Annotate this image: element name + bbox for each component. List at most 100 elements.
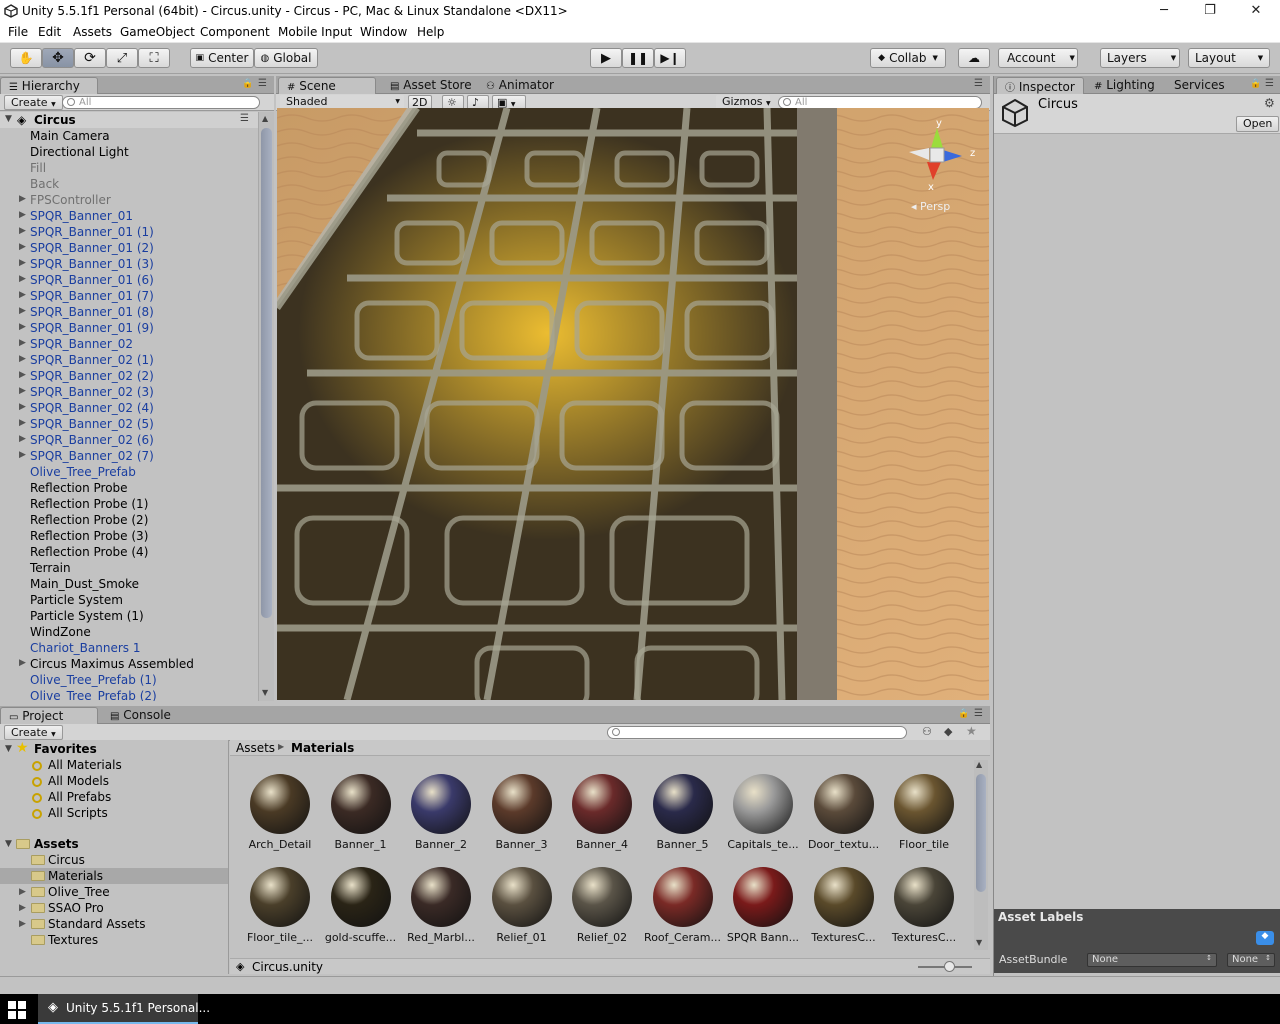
hierarchy-item[interactable]: ▶ SPQR_Banner_02 (4) xyxy=(0,400,258,416)
lock-icon[interactable]: 🔒 xyxy=(958,709,969,719)
hierarchy-item[interactable]: Particle System xyxy=(0,592,258,608)
favorite-item[interactable]: All Models xyxy=(48,774,109,790)
move-tool-button[interactable]: ✥ xyxy=(42,48,74,68)
hierarchy-scrollbar[interactable]: ▲ ▼ xyxy=(258,112,274,701)
favorites-header[interactable]: Favorites xyxy=(34,742,97,758)
menu-assets[interactable]: Assets xyxy=(73,25,112,39)
tab-project[interactable]: ▭ Project xyxy=(0,707,98,724)
hierarchy-item[interactable]: ▶ SPQR_Banner_01 (3) xyxy=(0,256,258,272)
folder-item[interactable]: Standard Assets xyxy=(48,917,145,933)
hierarchy-item[interactable]: ▶ SPQR_Banner_01 (6) xyxy=(0,272,258,288)
rotate-tool-button[interactable]: ⟳ xyxy=(74,48,106,68)
menu-component[interactable]: Component xyxy=(200,25,270,39)
lock-icon[interactable]: 🔒 xyxy=(1250,79,1261,89)
layers-dropdown[interactable]: Layers ▼ xyxy=(1100,48,1180,68)
expand-right-icon[interactable]: ▶ xyxy=(19,658,26,668)
material-asset[interactable]: Relief_01 xyxy=(482,867,562,957)
material-asset[interactable]: Red_Marbl... xyxy=(401,867,481,957)
expand-right-icon[interactable]: ▶ xyxy=(19,434,26,444)
hierarchy-item[interactable]: ▶ FPSController xyxy=(0,192,258,208)
expand-right-icon[interactable]: ▶ xyxy=(19,402,26,412)
expand-down-icon[interactable]: ▼ xyxy=(5,114,12,124)
material-asset[interactable]: Banner_2 xyxy=(401,774,481,864)
layout-dropdown[interactable]: Layout ▼ xyxy=(1188,48,1270,68)
material-asset[interactable]: Banner_4 xyxy=(562,774,642,864)
expand-right-icon[interactable]: ▶ xyxy=(19,338,26,348)
space-global-button[interactable]: ◍ Global xyxy=(254,48,318,68)
hierarchy-item[interactable]: ▶ SPQR_Banner_01 (7) xyxy=(0,288,258,304)
hierarchy-create-button[interactable]: Create ▼ xyxy=(4,95,63,110)
scene-row[interactable]: ▼ ◈ Circus ☰ xyxy=(0,112,258,128)
maximize-button[interactable]: ❐ xyxy=(1187,0,1233,23)
tab-asset-store[interactable]: ▤ Asset Store xyxy=(382,77,480,94)
expand-right-icon[interactable]: ▶ xyxy=(19,386,26,396)
hierarchy-item[interactable]: ▶ SPQR_Banner_02 (7) xyxy=(0,448,258,464)
windows-start-icon[interactable] xyxy=(8,1001,26,1019)
expand-right-icon[interactable]: ▶ xyxy=(19,322,26,332)
scene-orientation-gizmo[interactable]: y z x ◂ Persp xyxy=(897,118,987,218)
step-button[interactable]: ▶❙ xyxy=(654,48,686,68)
scroll-up-icon[interactable]: ▲ xyxy=(976,760,982,769)
hierarchy-item[interactable]: ▶ SPQR_Banner_01 (2) xyxy=(0,240,258,256)
scroll-up-icon[interactable]: ▲ xyxy=(262,114,268,123)
play-button[interactable]: ▶ xyxy=(590,48,622,68)
panel-menu-icon[interactable]: ☰ xyxy=(974,78,983,89)
asset-bundle-dropdown[interactable]: None ↕ xyxy=(1087,953,1217,967)
expand-down-icon[interactable]: ▼ xyxy=(5,839,12,849)
hierarchy-item[interactable]: ▶ SPQR_Banner_02 (2) xyxy=(0,368,258,384)
hierarchy-item[interactable]: Reflection Probe (3) xyxy=(0,528,258,544)
expand-right-icon[interactable]: ▶ xyxy=(19,919,26,929)
scroll-down-icon[interactable]: ▼ xyxy=(976,938,982,947)
material-asset[interactable]: TexturesC... xyxy=(884,867,964,957)
hierarchy-item[interactable]: ▶ SPQR_Banner_01 xyxy=(0,208,258,224)
expand-right-icon[interactable]: ▶ xyxy=(19,354,26,364)
material-asset[interactable]: Banner_1 xyxy=(321,774,401,864)
expand-right-icon[interactable]: ▶ xyxy=(19,450,26,460)
hierarchy-item[interactable]: Back xyxy=(0,176,258,192)
hierarchy-item[interactable]: ▶ SPQR_Banner_01 (9) xyxy=(0,320,258,336)
breadcrumb-assets[interactable]: Assets xyxy=(236,741,275,755)
material-asset[interactable]: Capitals_te... xyxy=(723,774,803,864)
hierarchy-item[interactable]: Terrain xyxy=(0,560,258,576)
expand-right-icon[interactable]: ▶ xyxy=(19,210,26,220)
tab-inspector[interactable]: ⓘ Inspector xyxy=(996,77,1084,94)
collab-dropdown[interactable]: ◆ Collab ▼ xyxy=(870,48,946,68)
favorite-item[interactable]: All Scripts xyxy=(48,806,108,822)
hierarchy-item[interactable]: ▶ SPQR_Banner_02 (5) xyxy=(0,416,258,432)
hierarchy-item[interactable]: Olive_Tree_Prefab (2) xyxy=(0,688,258,701)
folder-item[interactable]: Materials xyxy=(48,869,103,885)
expand-right-icon[interactable]: ▶ xyxy=(19,418,26,428)
star-icon[interactable]: ★ xyxy=(966,724,977,738)
material-asset[interactable]: Floor_tile xyxy=(884,774,964,864)
gear-icon[interactable]: ⚙ xyxy=(1264,96,1275,110)
favorite-item[interactable]: All Prefabs xyxy=(48,790,111,806)
minimize-button[interactable]: ─ xyxy=(1141,0,1187,23)
scene-viewport[interactable]: y z x ◂ Persp xyxy=(277,108,989,700)
taskbar-unity-item[interactable]: ◈ Unity 5.5.1f1 Personal... xyxy=(38,994,210,1024)
menu-file[interactable]: File xyxy=(8,25,28,39)
expand-right-icon[interactable]: ▶ xyxy=(19,258,26,268)
scroll-thumb[interactable] xyxy=(976,774,986,892)
rect-tool-button[interactable]: ⛶ xyxy=(138,48,170,68)
menu-gameobject[interactable]: GameObject xyxy=(120,25,195,39)
hierarchy-item[interactable]: ▶ SPQR_Banner_01 (1) xyxy=(0,224,258,240)
panel-menu-icon[interactable]: ☰ xyxy=(1265,78,1274,89)
expand-right-icon[interactable]: ▶ xyxy=(19,903,26,913)
material-asset[interactable]: Door_textu... xyxy=(804,774,884,864)
tab-hierarchy[interactable]: ☰ Hierarchy xyxy=(0,77,98,94)
tab-scene[interactable]: # Scene xyxy=(278,77,376,94)
hierarchy-item[interactable]: WindZone xyxy=(0,624,258,640)
hierarchy-item[interactable]: Olive_Tree_Prefab xyxy=(0,464,258,480)
expand-right-icon[interactable]: ▶ xyxy=(19,306,26,316)
menu-window[interactable]: Window xyxy=(360,25,407,39)
hierarchy-item[interactable]: Reflection Probe (1) xyxy=(0,496,258,512)
material-asset[interactable]: Floor_tile_... xyxy=(240,867,320,957)
panel-menu-icon[interactable]: ☰ xyxy=(974,708,983,719)
hierarchy-item[interactable]: Main Camera xyxy=(0,128,258,144)
asset-bundle-variant-dropdown[interactable]: None ↕ xyxy=(1227,953,1275,967)
tab-animator[interactable]: ⚇ Animator xyxy=(478,77,562,94)
hierarchy-item[interactable]: Fill xyxy=(0,160,258,176)
tab-lighting[interactable]: # Lighting xyxy=(1086,77,1163,94)
hierarchy-item[interactable]: ▶ SPQR_Banner_02 (3) xyxy=(0,384,258,400)
tab-services[interactable]: Services xyxy=(1166,77,1233,94)
